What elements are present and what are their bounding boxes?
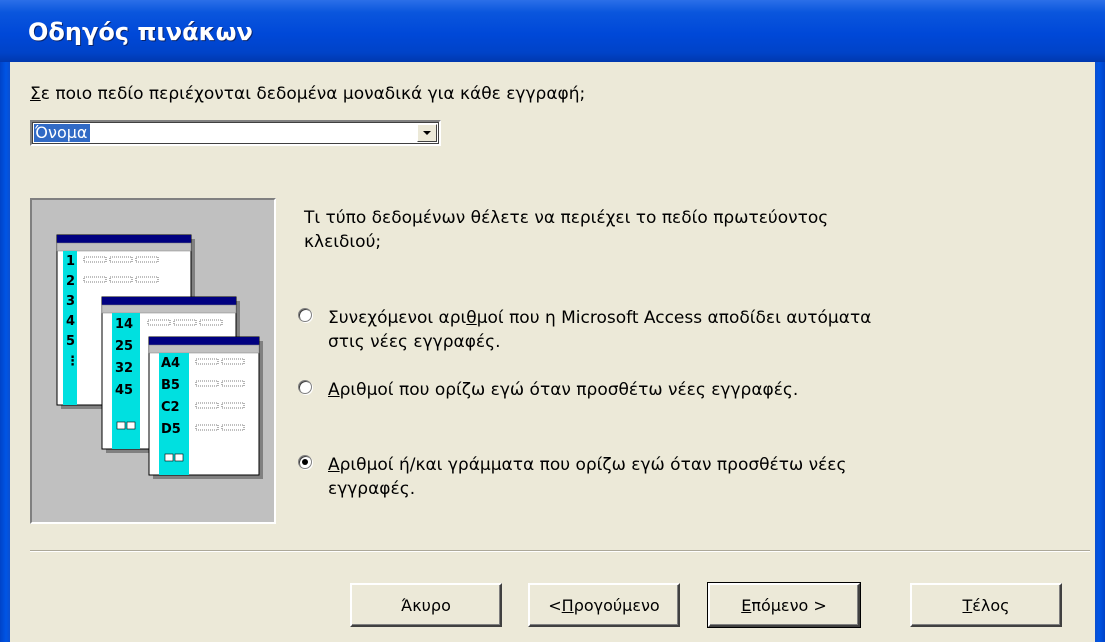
row-label: 4 bbox=[66, 314, 75, 329]
back-button[interactable]: < Προγούμενο bbox=[528, 583, 680, 627]
chevron-down-icon bbox=[423, 131, 431, 135]
row-label: 32 bbox=[115, 361, 133, 376]
radio-selected-dot bbox=[302, 459, 308, 465]
front-table: A4 B5 C2 D5 bbox=[148, 336, 263, 479]
window-title: Οδηγός πινάκων bbox=[28, 18, 253, 46]
row-label: 25 bbox=[115, 339, 133, 354]
window-frame-left bbox=[0, 62, 10, 642]
row-label: A4 bbox=[161, 356, 180, 371]
radio-numbers-letters[interactable] bbox=[298, 455, 312, 469]
option-autonumber-label: Συνεχόμενοι αριθμοί που η Microsoft Acce… bbox=[328, 308, 872, 352]
row-label: D5 bbox=[161, 422, 181, 437]
title-bar[interactable]: Οδηγός πινάκων bbox=[0, 0, 1105, 62]
row-label: 5 bbox=[66, 334, 75, 349]
option-numbers-letters-label: Αριθμοί ή/και γράμματα που ορίζω εγώ ότα… bbox=[328, 455, 847, 499]
row-label: 2 bbox=[66, 274, 75, 289]
key-type-prompt: Τι τύπο δεδομένων θέλετε να περιέχει το … bbox=[304, 208, 829, 252]
row-label: 1 bbox=[66, 254, 75, 269]
unique-field-select[interactable]: Όνομα bbox=[30, 120, 441, 146]
row-label: 14 bbox=[115, 317, 133, 332]
field-question-label: Σε ποιο πεδίο περιέχονται δεδομένα μοναδ… bbox=[30, 84, 585, 104]
next-button[interactable]: Επόμενο > bbox=[707, 582, 861, 628]
row-label: B5 bbox=[161, 378, 180, 393]
stacked-tables-icon: 12345⋮ 14253245 A4B5C2D5 bbox=[56, 234, 263, 479]
finish-button[interactable]: Τέλος bbox=[910, 583, 1062, 627]
row-label: 3 bbox=[66, 294, 75, 309]
primary-key-illustration: 1 2 3 4 5 ⋮ 14 25 32 45 A4 B5 C2 D5 bbox=[30, 198, 276, 524]
radio-autonumber[interactable] bbox=[298, 308, 312, 322]
row-label: 45 bbox=[115, 383, 133, 398]
cancel-button[interactable]: Άκυρο bbox=[350, 583, 502, 627]
radio-own-numbers[interactable] bbox=[298, 380, 312, 394]
question-text: ε ποιο πεδίο περιέχονται δεδομένα μοναδι… bbox=[40, 84, 586, 104]
question-accel: Σ bbox=[30, 84, 41, 104]
separator-line bbox=[30, 550, 1090, 552]
row-label: ⋮ bbox=[66, 354, 79, 369]
window-frame-right bbox=[1095, 62, 1105, 642]
option-own-numbers-label: Αριθμοί που ορίζω εγώ όταν προσθέτω νέες… bbox=[328, 380, 799, 400]
dropdown-button[interactable] bbox=[417, 124, 437, 142]
row-label: C2 bbox=[161, 400, 180, 415]
unique-field-value: Όνομα bbox=[34, 124, 91, 142]
